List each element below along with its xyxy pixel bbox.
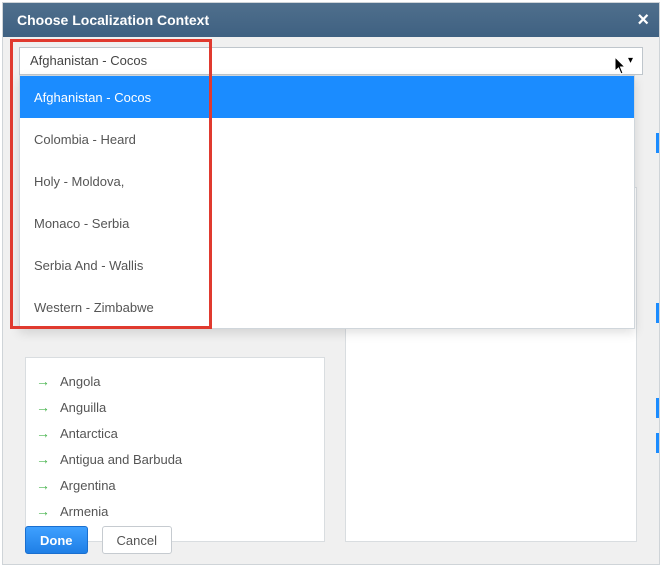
- edge-marker: [656, 303, 659, 323]
- arrow-right-icon: →: [36, 478, 50, 492]
- arrow-right-icon: →: [36, 374, 50, 388]
- dropdown-option[interactable]: Serbia And - Wallis: [20, 244, 634, 286]
- edge-marker: [656, 133, 659, 153]
- edge-marker: [656, 433, 659, 453]
- dropdown-option[interactable]: Western - Zimbabwe: [20, 286, 634, 328]
- country-label: Antarctica: [60, 426, 118, 441]
- dialog-footer: Done Cancel: [25, 526, 172, 554]
- dialog-header: Choose Localization Context ×: [3, 3, 659, 37]
- country-label: Argentina: [60, 478, 116, 493]
- dropdown-option[interactable]: Afghanistan - Cocos: [20, 76, 634, 118]
- country-row[interactable]: → Armenia: [26, 498, 324, 524]
- dropdown-option[interactable]: Colombia - Heard: [20, 118, 634, 160]
- range-select-value[interactable]: Afghanistan - Cocos: [19, 47, 643, 75]
- edge-marker: [656, 398, 659, 418]
- country-row[interactable]: → Angola: [26, 368, 324, 394]
- range-select[interactable]: Afghanistan - Cocos ▾: [19, 47, 643, 75]
- country-list[interactable]: → Angola → Anguilla → Antarctica → Antigua and …: [25, 357, 325, 542]
- dialog-body: Afghanistan - Cocos ▾ Afghanistan - Coco…: [3, 37, 659, 564]
- country-label: Anguilla: [60, 400, 106, 415]
- country-label: Angola: [60, 374, 100, 389]
- country-row[interactable]: → Anguilla: [26, 394, 324, 420]
- country-label: Armenia: [60, 504, 108, 519]
- arrow-right-icon: →: [36, 400, 50, 414]
- country-row[interactable]: → Antigua and Barbuda: [26, 446, 324, 472]
- arrow-right-icon: →: [36, 452, 50, 466]
- dialog-title: Choose Localization Context: [17, 12, 209, 28]
- localization-dialog: Choose Localization Context × Afghanista…: [2, 2, 660, 565]
- country-label: Antigua and Barbuda: [60, 452, 182, 467]
- dropdown-option[interactable]: Holy - Moldova,: [20, 160, 634, 202]
- cancel-button[interactable]: Cancel: [102, 526, 172, 554]
- dropdown-option[interactable]: Monaco - Serbia: [20, 202, 634, 244]
- range-dropdown[interactable]: Afghanistan - CocosColombia - HeardHoly …: [19, 75, 635, 329]
- country-row[interactable]: → Argentina: [26, 472, 324, 498]
- arrow-right-icon: →: [36, 504, 50, 518]
- close-icon[interactable]: ×: [637, 10, 649, 30]
- arrow-right-icon: →: [36, 426, 50, 440]
- country-row[interactable]: → Antarctica: [26, 420, 324, 446]
- done-button[interactable]: Done: [25, 526, 88, 554]
